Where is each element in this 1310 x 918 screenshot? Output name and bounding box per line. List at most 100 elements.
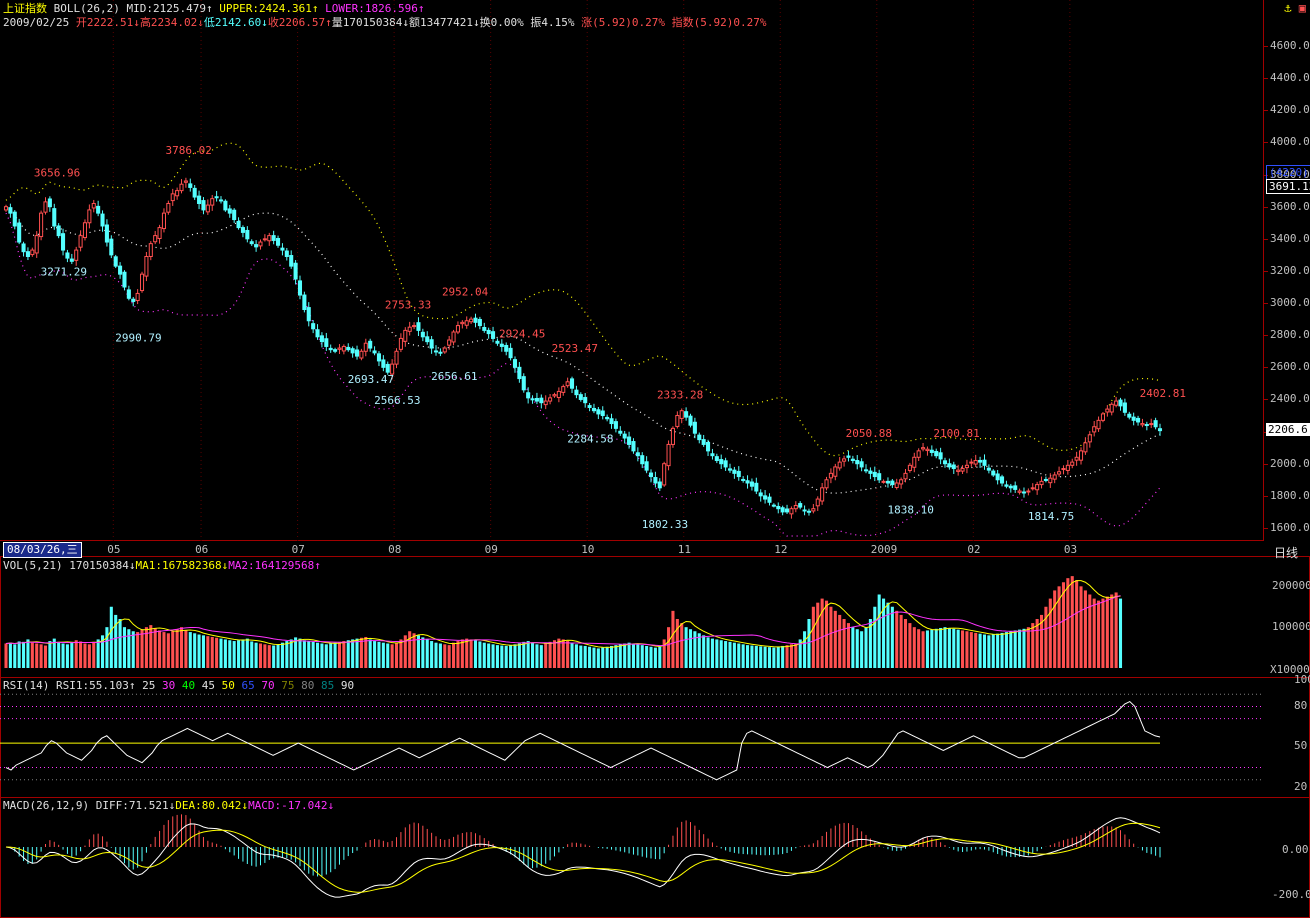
volume-bar[interactable] [13,644,17,668]
volume-bar[interactable] [978,633,982,668]
candle-body[interactable] [341,345,346,352]
volume-bar[interactable] [1000,632,1004,668]
volume-bar[interactable] [1031,623,1035,668]
candle-body[interactable] [21,243,26,253]
volume-bar[interactable] [943,627,947,668]
volume-bar[interactable] [912,627,916,668]
volume-bar[interactable] [118,619,122,668]
candle-body[interactable] [438,351,443,354]
volume-bar[interactable] [311,641,315,668]
volume-bar[interactable] [732,642,736,668]
volume-bar[interactable] [272,645,276,668]
volume-bar[interactable] [1013,630,1017,668]
volume-bar[interactable] [329,643,333,669]
candle-body[interactable] [34,235,39,254]
candle-body[interactable] [240,227,245,233]
volume-bar[interactable] [693,631,697,668]
volume-bar[interactable] [35,643,39,669]
volume-bar[interactable] [671,610,675,668]
volume-bar[interactable] [544,643,548,669]
volume-bar[interactable] [816,602,820,668]
volume-bar[interactable] [697,633,701,668]
volume-bar[interactable] [864,627,868,668]
volume-bar[interactable] [1097,600,1101,668]
volume-bar[interactable] [179,627,184,668]
candle-body[interactable] [78,235,83,248]
volume-bar[interactable] [873,606,877,668]
candle-body[interactable] [376,353,382,362]
volume-bar[interactable] [22,641,26,668]
volume-bar[interactable] [583,645,587,668]
candle-body[interactable] [820,487,825,502]
candle-body[interactable] [482,326,487,331]
candle-body[interactable] [337,347,342,350]
volume-bar[interactable] [1079,586,1083,668]
volume-bar[interactable] [140,629,144,668]
candle-body[interactable] [916,450,921,458]
volume-bar[interactable] [83,643,87,669]
volume-bar[interactable] [460,639,464,668]
candle-body[interactable] [429,339,434,349]
candle-body[interactable] [1157,428,1163,432]
candle-body[interactable] [254,244,259,248]
volume-bar[interactable] [122,627,127,668]
candle-body[interactable] [771,504,776,507]
candle-body[interactable] [675,415,680,427]
candle-body[interactable] [464,320,469,326]
volume-bar[interactable] [206,636,210,668]
candle-body[interactable] [131,298,136,302]
volume-bar[interactable] [223,639,227,668]
volume-bar[interactable] [517,643,521,669]
volume-bar[interactable] [640,645,644,668]
volume-bar[interactable] [298,638,302,668]
volume-bar[interactable] [552,640,557,668]
volume-bar[interactable] [478,641,482,668]
volume-bar[interactable] [197,634,201,668]
candle-body[interactable] [1052,474,1057,480]
candle-body[interactable] [175,190,180,197]
candle-body[interactable] [109,238,114,256]
volume-bar[interactable] [276,644,280,668]
candle-body[interactable] [267,235,272,242]
candle-body[interactable] [697,434,702,441]
volume-bar[interactable] [961,630,965,668]
volume-bar[interactable] [487,643,491,669]
candle-body[interactable] [1087,434,1092,443]
volume-bar[interactable] [675,619,679,668]
volume-bar[interactable] [877,594,881,669]
macd-chart[interactable] [0,797,1264,918]
candle-body[interactable] [188,183,193,188]
volume-bar[interactable] [1114,592,1118,668]
volume-bar[interactable] [232,641,236,668]
volume-bar[interactable] [1044,606,1048,668]
volume-bar[interactable] [215,637,219,668]
volume-bar[interactable] [355,638,359,668]
candle-body[interactable] [1061,468,1066,471]
volume-bar[interactable] [482,642,486,668]
candle-body[interactable] [486,329,491,335]
candle-body[interactable] [1144,424,1149,427]
volume-bar[interactable] [811,606,815,668]
candle-body[interactable] [416,322,421,331]
candle-body[interactable] [447,339,452,346]
volume-bar[interactable] [171,631,175,668]
candle-body[interactable] [1000,476,1005,484]
volume-bar[interactable] [1009,631,1013,668]
volume-bar[interactable] [956,629,960,668]
candle-body[interactable] [973,460,978,465]
candle-body[interactable] [56,225,61,237]
volume-bar[interactable] [241,639,245,668]
candle-body[interactable] [1013,485,1018,490]
candle-body[interactable] [201,200,206,211]
volume-bar[interactable] [706,637,710,668]
candle-body[interactable] [1074,456,1079,461]
candle-body[interactable] [1114,400,1119,406]
candle-body[interactable] [39,212,44,238]
candle-body[interactable] [758,492,763,497]
candle-body[interactable] [359,350,364,359]
candle-body[interactable] [1127,413,1132,418]
volume-bar[interactable] [421,637,425,668]
candle-body[interactable] [767,496,772,503]
volume-bar[interactable] [280,642,284,668]
candle-body[interactable] [262,238,267,241]
